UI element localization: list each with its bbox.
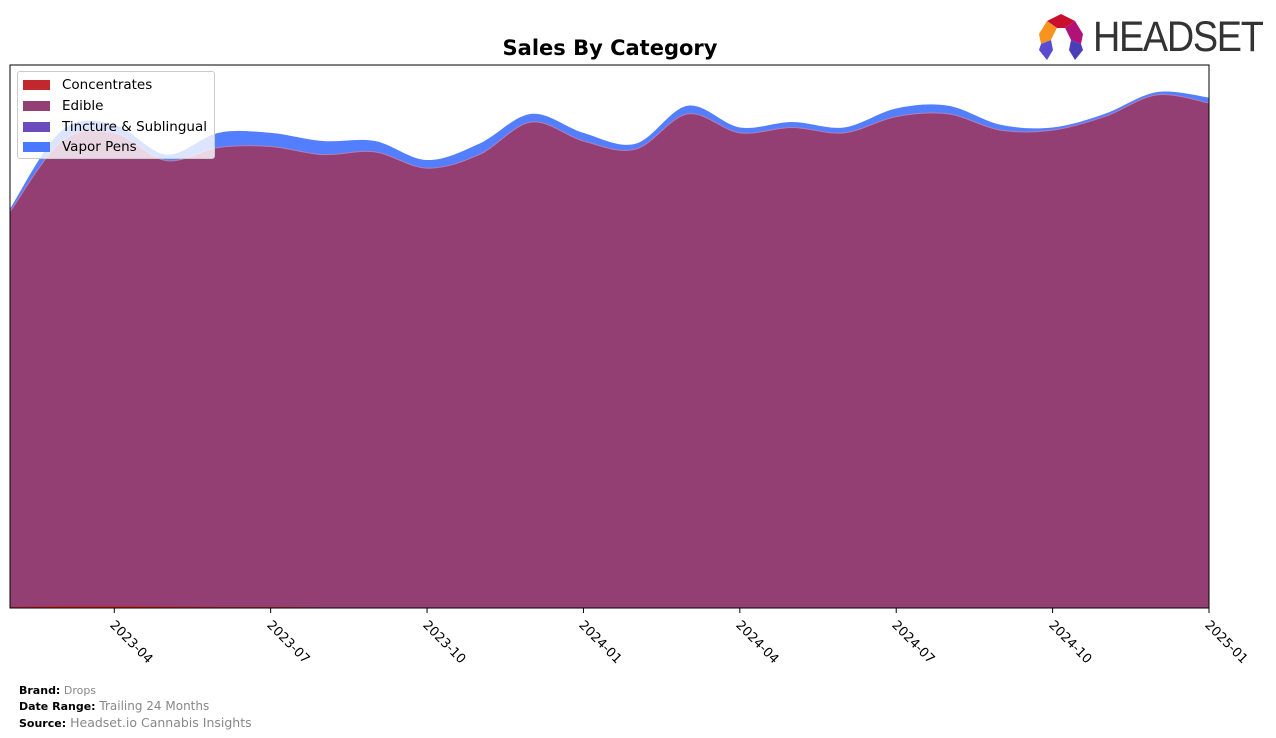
source-label: Source: xyxy=(19,717,67,730)
legend-item-concentrates: Concentrates xyxy=(23,75,152,95)
date-range-value: Trailing 24 Months xyxy=(99,699,210,713)
legend-label: Concentrates xyxy=(62,77,153,93)
legend: Concentrates Edible Tincture & Sublingua… xyxy=(17,71,215,159)
x-axis-ticks xyxy=(113,608,1210,613)
brand-label: Brand: xyxy=(19,684,61,697)
legend-swatch-vapor-pens xyxy=(23,142,50,152)
legend-label: Tincture & Sublingual xyxy=(62,119,207,135)
date-range-label: Date Range: xyxy=(19,700,96,713)
headset-logo: HEADSET xyxy=(1037,14,1276,60)
legend-swatch-tincture xyxy=(23,122,50,132)
area-layer xyxy=(9,91,1210,609)
legend-item-vapor-pens: Vapor Pens xyxy=(23,137,137,157)
legend-item-edible: Edible xyxy=(23,96,103,116)
legend-swatch-concentrates xyxy=(23,80,50,90)
legend-label: Edible xyxy=(62,98,104,114)
footer-brand: Brand: Drops xyxy=(19,684,96,697)
source-value: Headset.io Cannabis Insights xyxy=(70,715,252,730)
legend-swatch-edible xyxy=(23,101,50,111)
brand-value: Drops xyxy=(63,684,97,697)
headset-logo-text: HEADSET xyxy=(1093,12,1264,61)
footer-date-range: Date Range: Trailing 24 Months xyxy=(19,699,209,713)
footer-source: Source: Headset.io Cannabis Insights xyxy=(19,715,252,730)
headset-logo-icon xyxy=(1039,14,1083,60)
area-edible xyxy=(10,94,1209,608)
legend-item-tincture: Tincture & Sublingual xyxy=(23,117,207,137)
chart-title: Sales By Category xyxy=(502,36,718,60)
legend-label: Vapor Pens xyxy=(62,139,137,155)
